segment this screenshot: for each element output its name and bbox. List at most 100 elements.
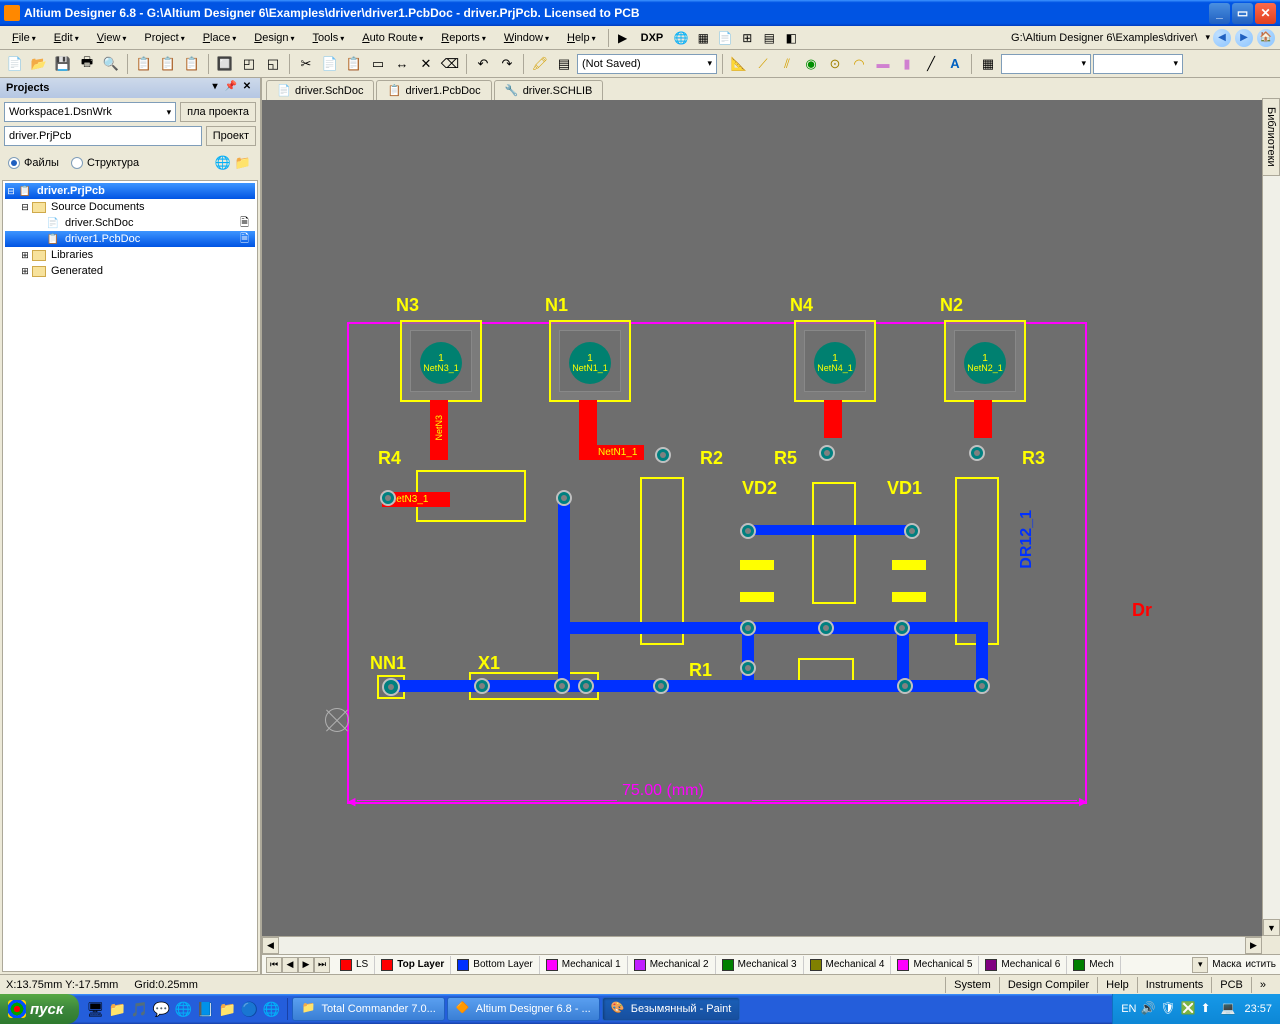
save-icon[interactable]: 💾 — [52, 53, 74, 75]
taskbar-button-active[interactable]: 🎨Безымянный - Paint — [602, 997, 741, 1021]
horizontal-scrollbar[interactable]: ◀▶ — [262, 936, 1262, 954]
layer-tab[interactable]: Top Layer — [375, 956, 451, 974]
tree-source-documents[interactable]: ⊟ Source Documents — [5, 199, 255, 215]
comp-combo[interactable]: ▾ — [1001, 54, 1091, 74]
deselect-icon[interactable]: ✕ — [415, 53, 437, 75]
panel-close-icon[interactable]: ✕ — [240, 81, 254, 95]
layer-current[interactable]: LS — [334, 956, 375, 974]
diffpair-icon[interactable]: ⫽ — [776, 53, 798, 75]
menu-tools[interactable]: Tools▾ — [305, 30, 353, 46]
undo-icon[interactable]: ↶ — [472, 53, 494, 75]
move-icon[interactable]: ↔ — [391, 53, 413, 75]
redo-icon[interactable]: ↷ — [496, 53, 518, 75]
layer-tab[interactable]: Mechanical 3 — [716, 956, 804, 974]
pad[interactable] — [474, 678, 490, 694]
layer-tab[interactable]: Mechanical 1 — [540, 956, 628, 974]
breadcrumb-path[interactable]: G:\Altium Designer 6\Examples\driver\ — [1005, 30, 1203, 46]
layer-tab[interactable]: Mechanical 4 — [804, 956, 892, 974]
tab-pcbdoc[interactable]: 📋driver1.PcbDoc — [376, 80, 491, 100]
tb-icon-globe[interactable]: 🌐 — [671, 28, 691, 48]
menu-edit[interactable]: Edit▾ — [46, 30, 87, 46]
project-button[interactable]: Проект — [206, 126, 256, 146]
region-icon[interactable]: ▮ — [896, 53, 918, 75]
tb-icon-board[interactable]: ▦ — [693, 28, 713, 48]
open-icon[interactable]: 📂 — [28, 53, 50, 75]
window-minimize-button[interactable]: _ — [1209, 3, 1230, 24]
tray-icon[interactable]: ❎ — [1180, 1001, 1196, 1017]
pad[interactable] — [382, 678, 400, 696]
pad[interactable] — [578, 678, 594, 694]
via-icon[interactable]: ⊙ — [824, 53, 846, 75]
pad[interactable] — [818, 620, 834, 636]
pad[interactable] — [653, 678, 669, 694]
layer-nav-last[interactable]: ⏭ — [314, 957, 330, 973]
window-maximize-button[interactable]: ▭ — [1232, 3, 1253, 24]
tray-icon[interactable]: ⬆ — [1200, 1001, 1216, 1017]
menu-project[interactable]: Project▾ — [136, 30, 192, 46]
tray-icon[interactable]: 🔊 — [1140, 1001, 1156, 1017]
comp-combo2[interactable]: ▾ — [1093, 54, 1183, 74]
zoom-fit-icon[interactable]: ◰ — [238, 53, 260, 75]
fill-icon[interactable]: ▬ — [872, 53, 894, 75]
tab-schlib[interactable]: 🔧driver.SCHLIB — [494, 80, 604, 100]
project-combo[interactable]: driver.PrjPcb — [4, 126, 202, 146]
pad[interactable] — [740, 620, 756, 636]
tree-file-active[interactable]: 📋 driver1.PcbDoc 🗎 — [5, 231, 255, 247]
menu-window[interactable]: Window▾ — [496, 30, 557, 46]
pad[interactable] — [740, 523, 756, 539]
vertical-scrollbar[interactable]: ▲▼ — [1262, 100, 1280, 936]
radio-files[interactable]: Файлы — [8, 157, 59, 169]
pad[interactable] — [554, 678, 570, 694]
pad[interactable] — [556, 490, 572, 506]
filter-icon[interactable]: ▤ — [553, 53, 575, 75]
pad[interactable] — [897, 678, 913, 694]
layer-tab[interactable]: Mechanical 5 — [891, 956, 979, 974]
side-tab-libraries[interactable]: Библиотеки — [1262, 98, 1280, 176]
new-icon[interactable]: 📄 — [4, 53, 26, 75]
layer-tab[interactable]: Mechanical 2 — [628, 956, 716, 974]
layer-opts[interactable]: ▾ — [1192, 957, 1208, 973]
layer-tab[interactable]: Mech — [1067, 956, 1120, 974]
zoom-sel-icon[interactable]: ◱ — [262, 53, 284, 75]
ql-icon[interactable]: 📁 — [217, 998, 237, 1020]
component-r3[interactable] — [955, 477, 999, 645]
project-tree[interactable]: ⊟ 📋 driver.PrjPcb ⊟ Source Documents 📄 d… — [2, 180, 258, 972]
paste-icon[interactable]: 📋 — [343, 53, 365, 75]
component-r2[interactable] — [640, 477, 684, 645]
ql-icon[interactable]: 🎵 — [129, 998, 149, 1020]
tb-icon-pref[interactable]: ◧ — [781, 28, 801, 48]
status-instruments[interactable]: Instruments — [1137, 977, 1211, 993]
select-icon[interactable]: ▭ — [367, 53, 389, 75]
panel-opt2-icon[interactable]: 📁 — [234, 154, 252, 172]
ql-icon[interactable]: 🌐 — [261, 998, 281, 1020]
ql-icon[interactable]: 🌐 — [173, 998, 193, 1020]
workspace-combo[interactable]: Workspace1.DsnWrk ▾ — [4, 102, 176, 122]
tray-language[interactable]: EN — [1121, 1003, 1136, 1015]
status-design-compiler[interactable]: Design Compiler — [999, 977, 1097, 993]
layer-nav-first[interactable]: ⏮ — [266, 957, 282, 973]
menu-autoroute[interactable]: Auto Route▾ — [354, 30, 431, 46]
menu-place[interactable]: Place▾ — [195, 30, 245, 46]
start-button[interactable]: пуск — [0, 994, 79, 1024]
doc1-icon[interactable]: 📋 — [133, 53, 155, 75]
menu-help[interactable]: Help▾ — [559, 30, 604, 46]
status-more[interactable]: » — [1251, 977, 1274, 993]
pad-icon[interactable]: ◉ — [800, 53, 822, 75]
tb-icon-grid[interactable]: ⊞ — [737, 28, 757, 48]
tab-schdoc[interactable]: 📄driver.SchDoc — [266, 80, 374, 100]
doc2-icon[interactable]: 📋 — [157, 53, 179, 75]
menu-file[interactable]: File▾ — [4, 30, 44, 46]
ql-icon[interactable]: 📁 — [107, 998, 127, 1020]
ql-icon[interactable]: 💬 — [151, 998, 171, 1020]
menu-reports[interactable]: Reports▾ — [433, 30, 494, 46]
layer-nav-next[interactable]: ▶ — [298, 957, 314, 973]
taskbar-button[interactable]: 🔶Altium Designer 6.8 - ... — [447, 997, 600, 1021]
print-icon[interactable]: 🖶 — [76, 53, 98, 75]
string-icon[interactable]: A — [944, 53, 966, 75]
copy-icon[interactable]: 📄 — [319, 53, 341, 75]
nav-forward-button[interactable]: ▶ — [1235, 29, 1253, 47]
component-r1[interactable] — [798, 658, 854, 682]
layer-tab[interactable]: Bottom Layer — [451, 956, 539, 974]
line-icon[interactable]: ╱ — [920, 53, 942, 75]
nav-home-button[interactable]: 🏠 — [1257, 29, 1275, 47]
